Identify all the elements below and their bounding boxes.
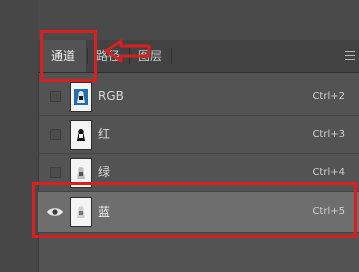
- channel-shortcut: Ctrl+5: [312, 206, 345, 217]
- panel-tab-bar: 通道 路径 图层: [38, 40, 359, 73]
- thumbnail-figure-icon: [77, 129, 85, 141]
- panel-menu-icon[interactable]: [345, 51, 355, 60]
- panel-header-area: [38, 0, 359, 40]
- channel-row-blue[interactable]: 蓝 Ctrl+5: [38, 192, 359, 233]
- tab-divider: [171, 48, 172, 64]
- channel-name: 蓝: [98, 205, 111, 219]
- tab-channels-label: 通道: [50, 49, 75, 63]
- eye-icon[interactable]: [46, 206, 64, 218]
- channel-name: RGB: [98, 89, 124, 103]
- channel-thumbnail: [70, 82, 92, 112]
- channels-panel: 通道 路径 图层 RGB Ctrl+2 红 Ctrl+3 绿 Ctrl+4 蓝 …: [0, 0, 359, 272]
- channel-thumbnail: [70, 120, 92, 150]
- thumbnail-figure-icon: [77, 206, 85, 218]
- thumbnail-figure-icon: [74, 89, 88, 105]
- visibility-toggle[interactable]: [50, 167, 61, 178]
- left-toolbar-strip: [0, 0, 39, 272]
- channel-row-rgb[interactable]: RGB Ctrl+2: [38, 78, 359, 116]
- channel-thumbnail: [70, 158, 92, 188]
- channel-shortcut: Ctrl+2: [312, 91, 345, 102]
- visibility-toggle[interactable]: [50, 91, 61, 102]
- thumbnail-figure-icon: [77, 167, 85, 179]
- visibility-toggle[interactable]: [50, 129, 61, 140]
- channel-name: 绿: [98, 165, 111, 179]
- arrow-icon: [104, 39, 151, 63]
- channel-thumbnail: [70, 197, 92, 227]
- channel-row-red[interactable]: 红 Ctrl+3: [38, 116, 359, 154]
- channel-shortcut: Ctrl+4: [312, 167, 345, 178]
- channel-shortcut: Ctrl+3: [312, 129, 345, 140]
- channel-name: 红: [98, 127, 111, 141]
- channel-row-green[interactable]: 绿 Ctrl+4: [38, 154, 359, 192]
- tab-channels[interactable]: 通道: [40, 40, 86, 72]
